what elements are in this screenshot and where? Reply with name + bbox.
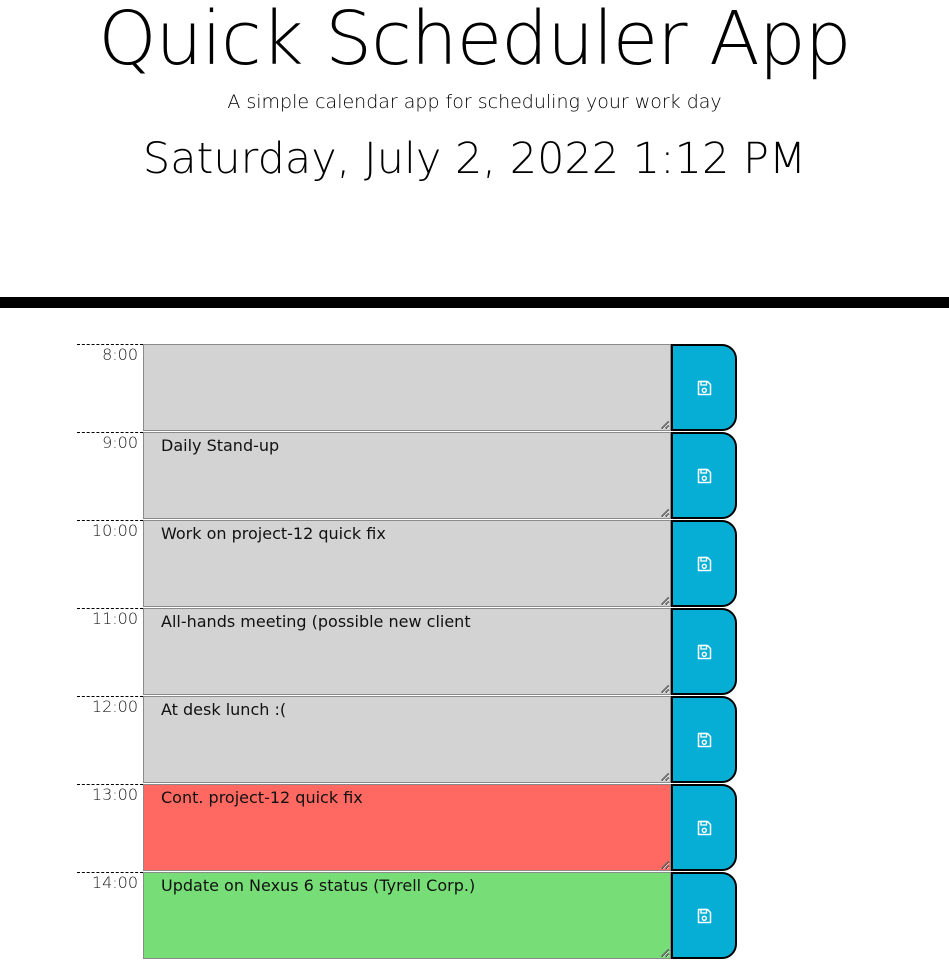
timeblock-list: 8:00 9:00 Daily Stand-up 10:00 Work on proje… — [0, 344, 949, 960]
time-block-row: 10:00 Work on project-12 quick fix — [0, 520, 949, 608]
event-description-input[interactable]: All-hands meeting (possible new client — [143, 608, 671, 695]
event-description-input[interactable]: Work on project-12 quick fix — [143, 520, 671, 607]
floppy-disk-icon — [697, 908, 712, 923]
event-description-input[interactable]: Daily Stand-up — [143, 432, 671, 519]
hour-label: 10:00 — [77, 520, 143, 607]
time-block-row: 9:00 Daily Stand-up — [0, 432, 949, 520]
time-block-row: 12:00 At desk lunch :( — [0, 696, 949, 784]
time-block-row: 11:00 All-hands meeting (possible new cli… — [0, 608, 949, 696]
time-block-row: 8:00 — [0, 344, 949, 432]
event-description-input[interactable]: Cont. project-12 quick fix — [143, 784, 671, 871]
time-block-row: 14:00 Update on Nexus 6 status (Tyrell Co… — [0, 872, 949, 960]
app-title: Quick Scheduler App — [98, 0, 851, 82]
save-button[interactable] — [671, 344, 737, 431]
app-subtitle: A simple calendar app for scheduling you… — [227, 91, 722, 113]
save-button[interactable] — [671, 784, 737, 871]
floppy-disk-icon — [697, 732, 712, 747]
floppy-disk-icon — [697, 644, 712, 659]
floppy-disk-icon — [697, 820, 712, 835]
time-block-row: 13:00 Cont. project-12 quick fix — [0, 784, 949, 872]
save-button[interactable] — [671, 608, 737, 695]
hour-label: 12:00 — [77, 696, 143, 783]
hour-label: 13:00 — [77, 784, 143, 871]
header: Quick Scheduler App A simple calendar ap… — [0, 0, 949, 308]
floppy-disk-icon — [697, 556, 712, 571]
floppy-disk-icon — [697, 380, 712, 395]
event-description-input[interactable] — [143, 344, 671, 431]
save-button[interactable] — [671, 520, 737, 607]
hour-label: 14:00 — [77, 872, 143, 959]
hour-label: 8:00 — [77, 344, 143, 431]
save-button[interactable] — [671, 432, 737, 519]
current-day: Saturday, July 2, 2022 1:12 PM — [142, 134, 807, 184]
save-button[interactable] — [671, 696, 737, 783]
header-divider — [0, 297, 949, 308]
floppy-disk-icon — [697, 468, 712, 483]
hour-label: 11:00 — [77, 608, 143, 695]
event-description-input[interactable]: At desk lunch :( — [143, 696, 671, 783]
event-description-input[interactable]: Update on Nexus 6 status (Tyrell Corp.) — [143, 872, 671, 959]
hour-label: 9:00 — [77, 432, 143, 519]
save-button[interactable] — [671, 872, 737, 959]
